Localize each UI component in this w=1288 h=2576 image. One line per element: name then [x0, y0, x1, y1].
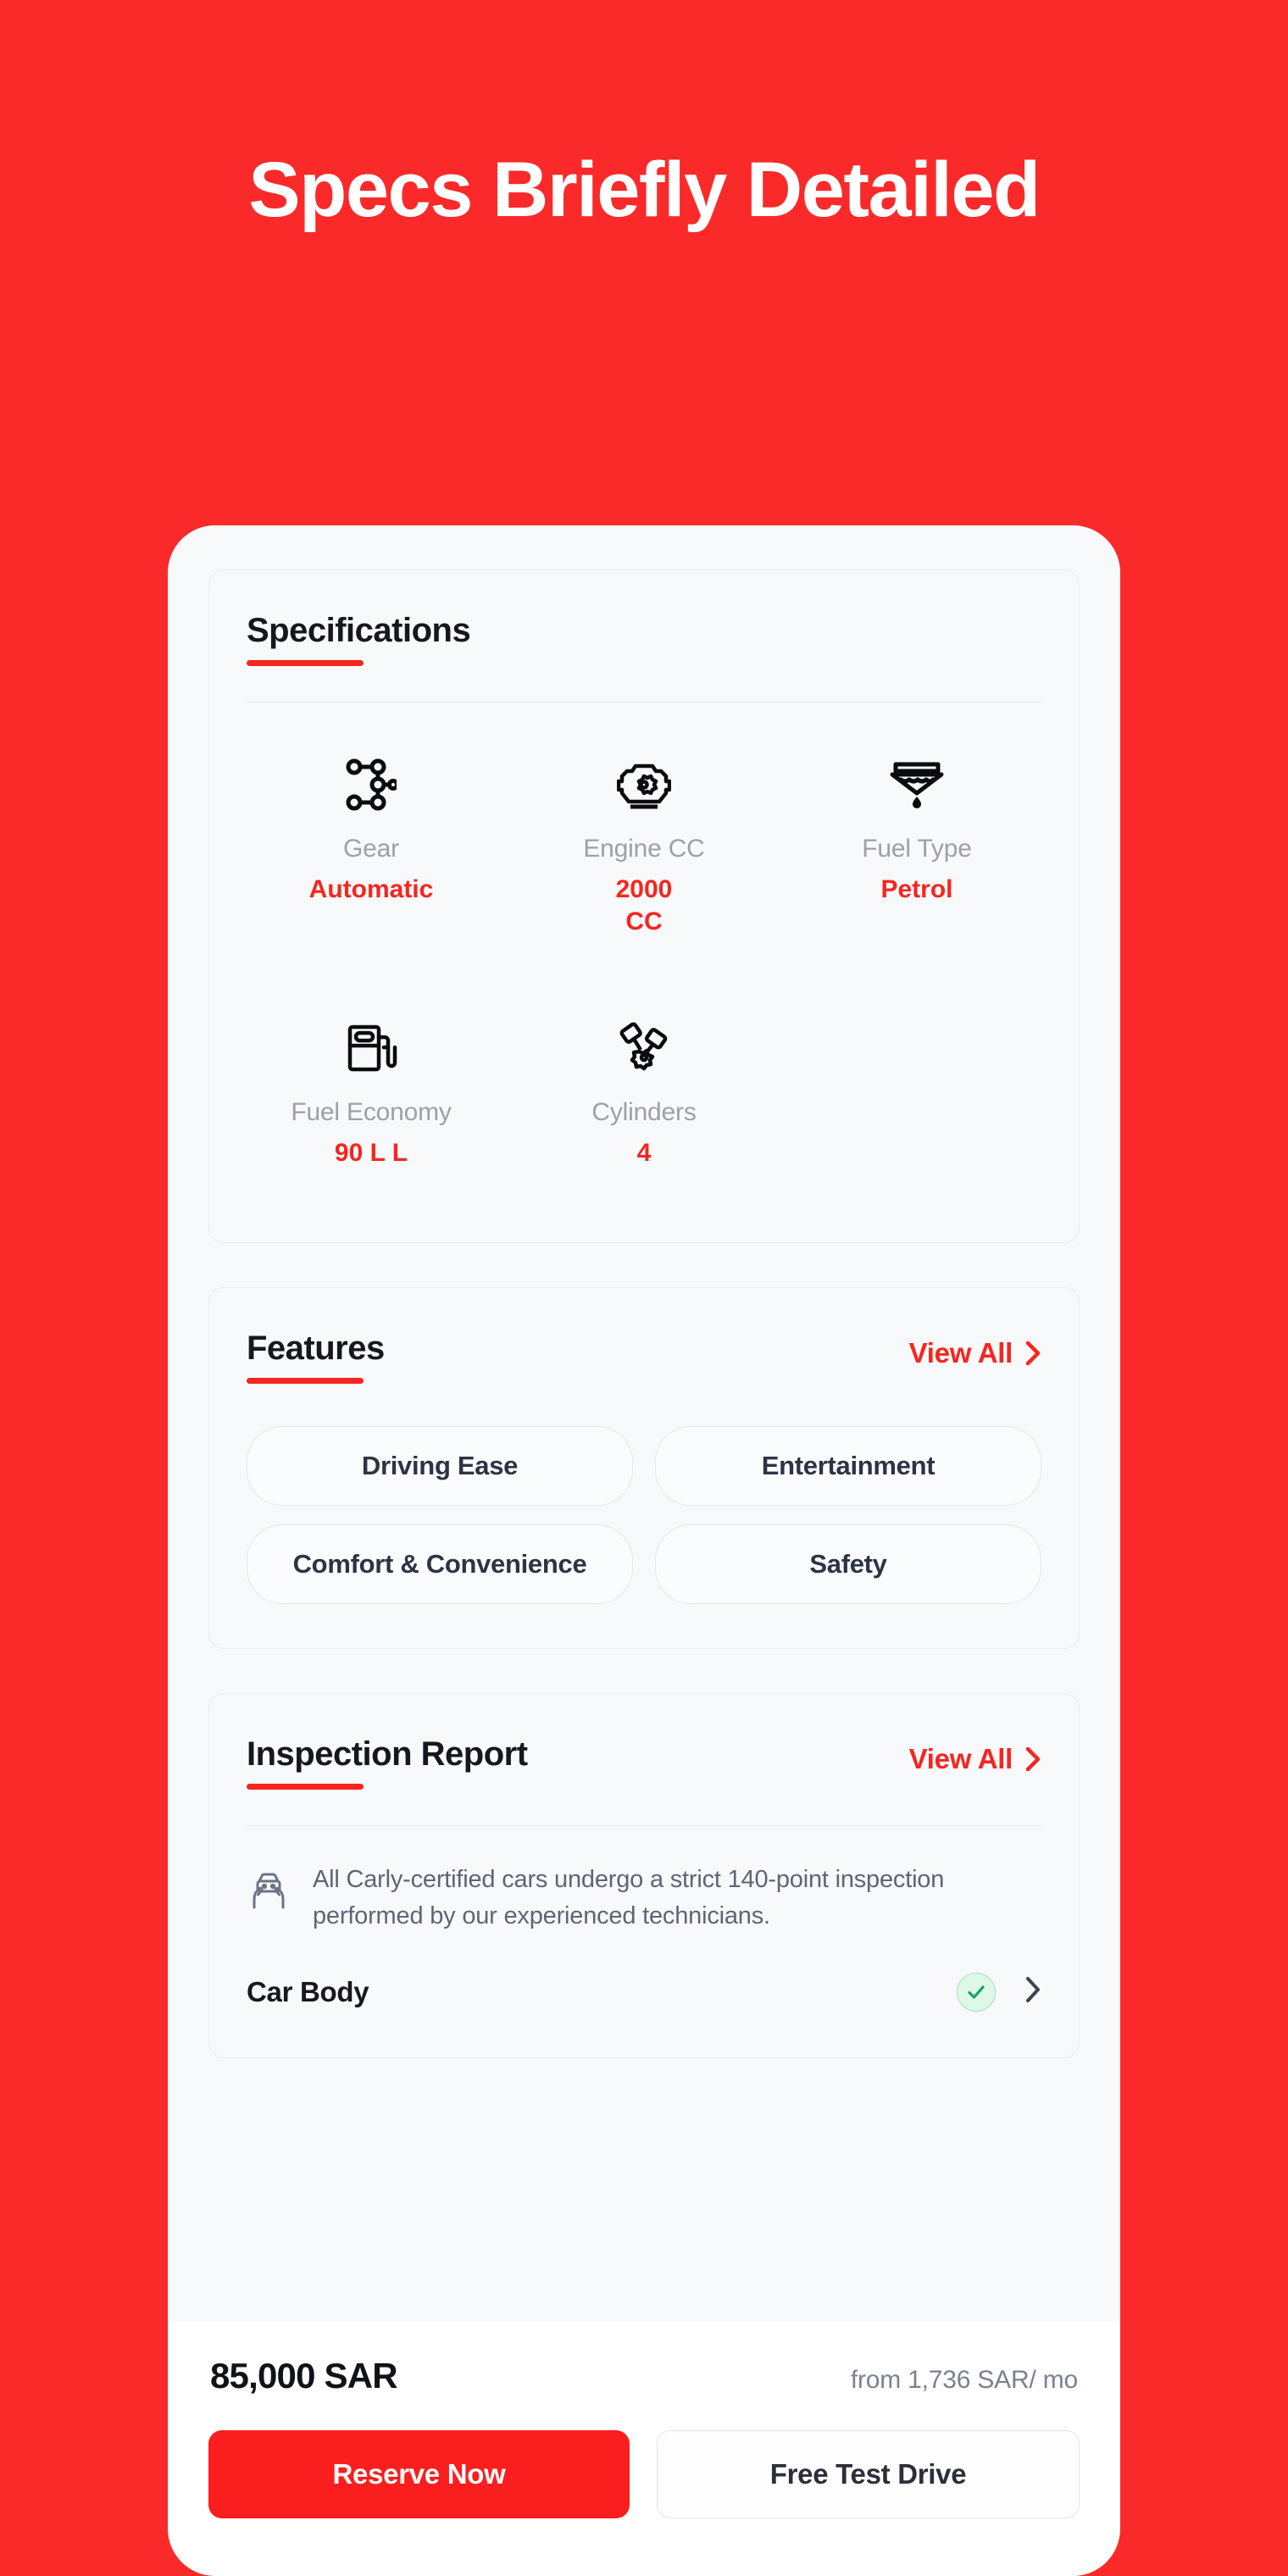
specifications-title-wrap: Specifications	[247, 611, 471, 666]
spec-item-gear: Gear Automatic	[235, 738, 508, 961]
chevron-right-icon[interactable]	[1024, 1975, 1041, 2008]
chevron-right-icon	[1024, 1746, 1041, 1773]
scroll-area[interactable]: Specifications Gear Automatic Engine CC …	[168, 525, 1120, 2322]
inspection-title: Inspection Report	[247, 1735, 528, 1774]
spec-item-fuel-type: Fuel Type Petrol	[780, 738, 1053, 961]
price-value: 85,000 SAR	[210, 2356, 398, 2396]
spec-label: Fuel Type	[862, 835, 972, 863]
inspection-title-wrap: Inspection Report	[247, 1735, 528, 1790]
chevron-right-icon	[1024, 1340, 1041, 1367]
specifications-title: Specifications	[247, 612, 471, 649]
specifications-card: Specifications Gear Automatic Engine CC …	[208, 569, 1080, 1244]
cta-row: Reserve Now Free Test Drive	[208, 2430, 1080, 2518]
inspection-view-all-button[interactable]: View All	[909, 1735, 1041, 1775]
spec-label: Engine CC	[583, 835, 705, 863]
spec-label: Cylinders	[591, 1097, 697, 1126]
free-test-drive-button[interactable]: Free Test Drive	[657, 2430, 1080, 2518]
pistons-icon	[618, 1017, 670, 1080]
features-title: Features	[247, 1330, 385, 1368]
features-view-all-button[interactable]: View All	[909, 1329, 1041, 1369]
spec-item-cylinders: Cylinders 4	[508, 969, 780, 1191]
phone-frame: Specifications Gear Automatic Engine CC …	[168, 525, 1120, 2576]
inspection-note-text: All Carly-certified cars undergo a stric…	[313, 1866, 945, 1929]
specifications-header: Specifications	[209, 570, 1079, 666]
feature-chip[interactable]: Comfort & Convenience	[247, 1524, 633, 1605]
view-all-label: View All	[908, 1743, 1013, 1775]
spec-label: Fuel Economy	[291, 1097, 452, 1126]
fuel-pump-icon	[345, 1017, 397, 1080]
check-circle-icon	[957, 1972, 996, 2012]
fuel-funnel-icon	[889, 753, 945, 816]
bottom-action-bar: 85,000 SAR from 1,736 SAR/ mo Reserve No…	[168, 2322, 1120, 2576]
car-in-hands-icon	[247, 1862, 291, 1915]
view-all-label: View All	[908, 1337, 1013, 1369]
inspection-note: All Carly-certified cars undergo a stric…	[209, 1826, 1079, 1934]
inspection-row-status	[957, 1972, 1041, 2012]
feature-chip[interactable]: Entertainment	[655, 1426, 1041, 1507]
spec-item-engine-cc: Engine CC 2000 CC	[508, 738, 780, 961]
title-underline	[247, 660, 364, 666]
spec-grid-spacer	[780, 969, 1053, 1191]
price-row: 85,000 SAR from 1,736 SAR/ mo	[208, 2356, 1080, 2396]
features-header: Features View All	[209, 1288, 1079, 1385]
features-card: Features View All Driving Ease Entertain…	[208, 1287, 1080, 1650]
spec-item-fuel-economy: Fuel Economy 90 L L	[235, 969, 508, 1191]
features-chip-grid: Driving Ease Entertainment Comfort & Con…	[209, 1384, 1079, 1648]
inspection-row-label: Car Body	[247, 1975, 369, 2007]
inspection-header: Inspection Report View All	[209, 1694, 1079, 1790]
feature-chip[interactable]: Driving Ease	[247, 1426, 633, 1507]
features-title-wrap: Features	[247, 1329, 385, 1385]
spec-value: Petrol	[880, 875, 953, 903]
spec-value: Automatic	[308, 875, 434, 903]
installment-value: from 1,736 SAR/ mo	[850, 2366, 1078, 2394]
inspection-report-card: Inspection Report View All All Carly-cer…	[208, 1693, 1080, 2058]
title-underline	[247, 1378, 364, 1385]
gear-shift-icon	[346, 753, 397, 816]
specifications-grid: Gear Automatic Engine CC 2000 CC Fuel Ty…	[209, 702, 1079, 1242]
spec-value: 90 L L	[334, 1138, 408, 1167]
engine-icon	[617, 753, 671, 816]
title-underline	[247, 1784, 364, 1790]
inspection-row-car-body[interactable]: Car Body	[209, 1934, 1079, 2057]
spec-value: 4	[636, 1138, 652, 1167]
spec-label: Gear	[343, 835, 399, 863]
feature-chip[interactable]: Safety	[655, 1524, 1041, 1605]
page-title: Specs Briefly Detailed	[248, 147, 1041, 233]
hero-section: Specs Briefly Detailed	[0, 0, 1288, 230]
reserve-now-button[interactable]: Reserve Now	[208, 2430, 630, 2518]
spec-value: 2000 CC	[615, 875, 673, 936]
